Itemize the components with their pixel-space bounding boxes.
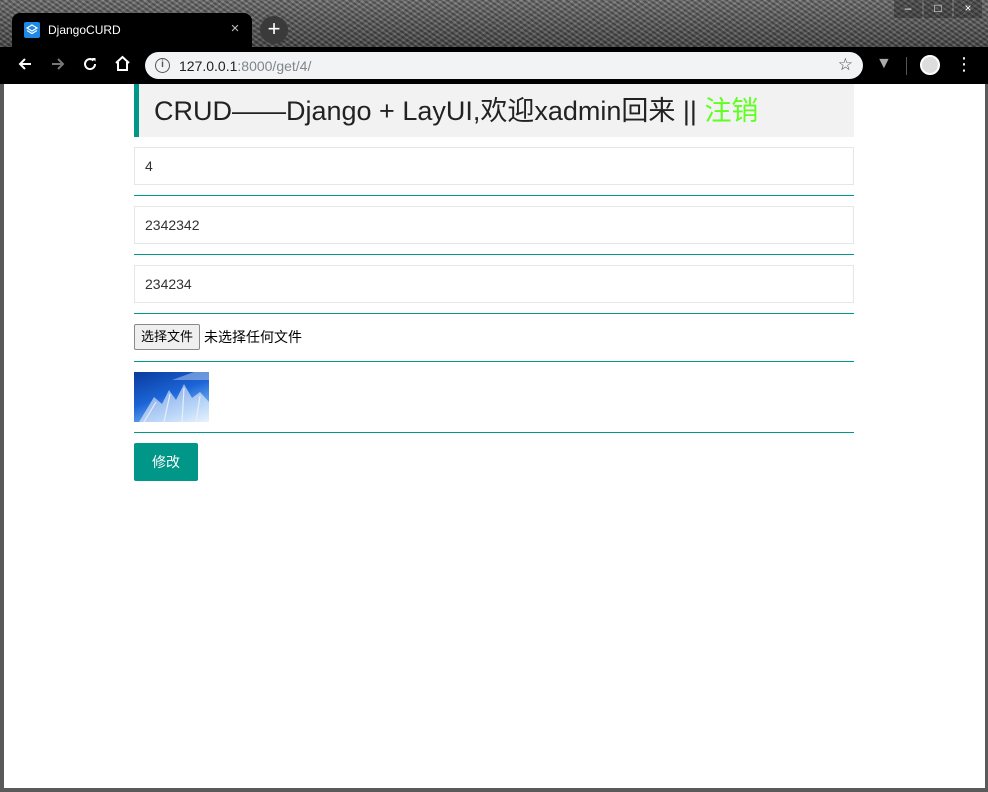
- choose-file-button[interactable]: 选择文件: [134, 324, 201, 350]
- window-border-bottom: [0, 788, 988, 792]
- submit-button[interactable]: 修改: [134, 443, 198, 481]
- text-field-3[interactable]: [134, 265, 854, 303]
- reload-icon: [84, 58, 97, 71]
- browser-toolbar: i 127.0.0.1:8000/get/4/ ☆ ▼ ⋮: [0, 47, 988, 84]
- arrow-right-icon: [52, 58, 65, 70]
- star-icon[interactable]: ☆: [838, 55, 853, 75]
- new-tab-button[interactable]: +: [260, 16, 288, 44]
- url-text[interactable]: 127.0.0.1:8000/get/4/: [179, 58, 311, 74]
- address-bar[interactable]: i 127.0.0.1:8000/get/4/ ☆: [145, 52, 863, 79]
- form-row-image: [134, 362, 854, 433]
- url-host: 127.0.0.1: [179, 58, 238, 74]
- layui-favicon-icon: [24, 22, 40, 38]
- uploaded-image-thumbnail: [134, 372, 209, 422]
- window-titlebar: DjangoCURD × + – □ ×: [0, 0, 988, 47]
- info-icon[interactable]: i: [155, 58, 170, 73]
- minimize-button[interactable]: –: [894, 0, 922, 18]
- arrow-left-icon: [18, 58, 31, 70]
- page-header: CRUD——Django + LayUI,欢迎xadmin回来 || 注销: [134, 84, 854, 137]
- kebab-menu-icon[interactable]: ⋮: [955, 54, 973, 75]
- tab-close-icon[interactable]: ×: [226, 20, 244, 38]
- toolbar-separator: [906, 57, 907, 75]
- close-window-button[interactable]: ×: [954, 0, 982, 18]
- form-container: CRUD——Django + LayUI,欢迎xadmin回来 || 注销 选择…: [134, 84, 854, 481]
- home-button[interactable]: [109, 53, 135, 79]
- form-row-field-2: [134, 196, 854, 255]
- file-status-label: 未选择任何文件: [204, 329, 303, 345]
- id-field[interactable]: [134, 147, 854, 185]
- avatar[interactable]: [920, 55, 940, 75]
- url-path: :8000/get/4/: [237, 58, 312, 74]
- extension-icon[interactable]: ▼: [876, 55, 892, 73]
- browser-tab[interactable]: DjangoCURD ×: [12, 13, 252, 47]
- home-icon: [114, 55, 130, 71]
- logout-link[interactable]: 注销: [704, 96, 758, 126]
- text-field-2[interactable]: [134, 206, 854, 244]
- window-border-left: [0, 84, 4, 792]
- tab-title: DjangoCURD: [48, 23, 121, 37]
- form-row-field-3: [134, 255, 854, 314]
- page-title: CRUD——Django + LayUI,欢迎xadmin回来 ||: [154, 96, 705, 126]
- reload-button[interactable]: [77, 53, 103, 79]
- maximize-button[interactable]: □: [924, 0, 952, 18]
- form-row-id: [134, 147, 854, 196]
- window-controls: – □ ×: [892, 0, 982, 18]
- page-viewport: CRUD——Django + LayUI,欢迎xadmin回来 || 注销 选择…: [4, 84, 985, 788]
- back-button[interactable]: [12, 53, 38, 79]
- form-row-file: 选择文件 未选择任何文件: [134, 314, 854, 362]
- forward-button[interactable]: [45, 53, 71, 79]
